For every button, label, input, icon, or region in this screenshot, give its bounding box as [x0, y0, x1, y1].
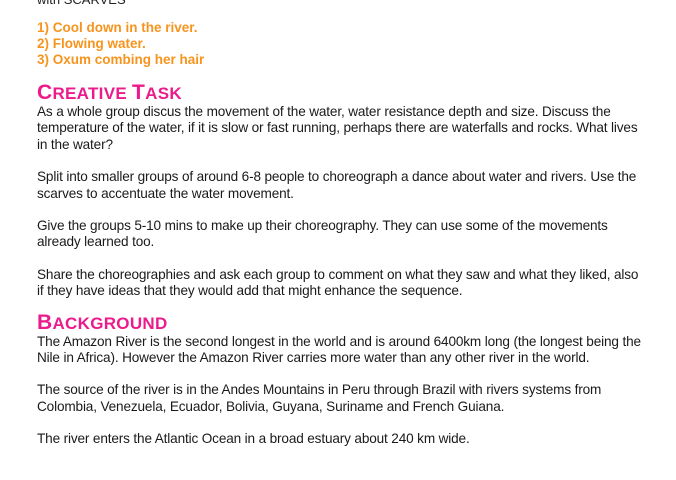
- creative-task-heading: CREATIVE TASK: [37, 81, 647, 104]
- background-paragraph-1: The Amazon River is the second longest i…: [37, 333, 641, 366]
- background-heading-cap-b: B: [37, 310, 53, 334]
- creative-task-heading-rest-1: REATIVE: [52, 84, 133, 103]
- intro-fragment: with SCARVES: [37, 0, 647, 8]
- movement-steps-list: 1) Cool down in the river. 2) Flowing wa…: [37, 20, 647, 68]
- background-paragraph-3: The river enters the Atlantic Ocean in a…: [37, 431, 470, 447]
- movement-step-3: 3) Oxum combing her hair: [37, 52, 205, 67]
- creative-task-body: As a whole group discus the movement of …: [37, 104, 647, 300]
- creative-task-heading-rest-2: ASK: [145, 84, 182, 103]
- creative-task-heading-cap-c: C: [37, 81, 53, 104]
- background-heading: BACKGROUND: [37, 310, 647, 334]
- background-paragraph-2: The source of the river is in the Andes …: [37, 382, 602, 414]
- movement-step-1: 1) Cool down in the river.: [37, 20, 198, 35]
- background-heading-rest: ACKGROUND: [52, 313, 168, 333]
- creative-task-paragraph-1: As a whole group discus the movement of …: [37, 104, 638, 152]
- creative-task-heading-cap-t: T: [132, 81, 146, 104]
- background-body: The Amazon River is the second longest i…: [37, 334, 647, 448]
- movement-step-2: 2) Flowing water.: [37, 36, 146, 51]
- creative-task-paragraph-2: Split into smaller groups of around 6-8 …: [37, 169, 637, 201]
- document-page: with SCARVES 1) Cool down in the river. …: [37, 0, 647, 448]
- creative-task-paragraph-3: Give the groups 5-10 mins to make up the…: [37, 218, 608, 250]
- creative-task-paragraph-4: Share the choreographies and ask each gr…: [37, 266, 639, 299]
